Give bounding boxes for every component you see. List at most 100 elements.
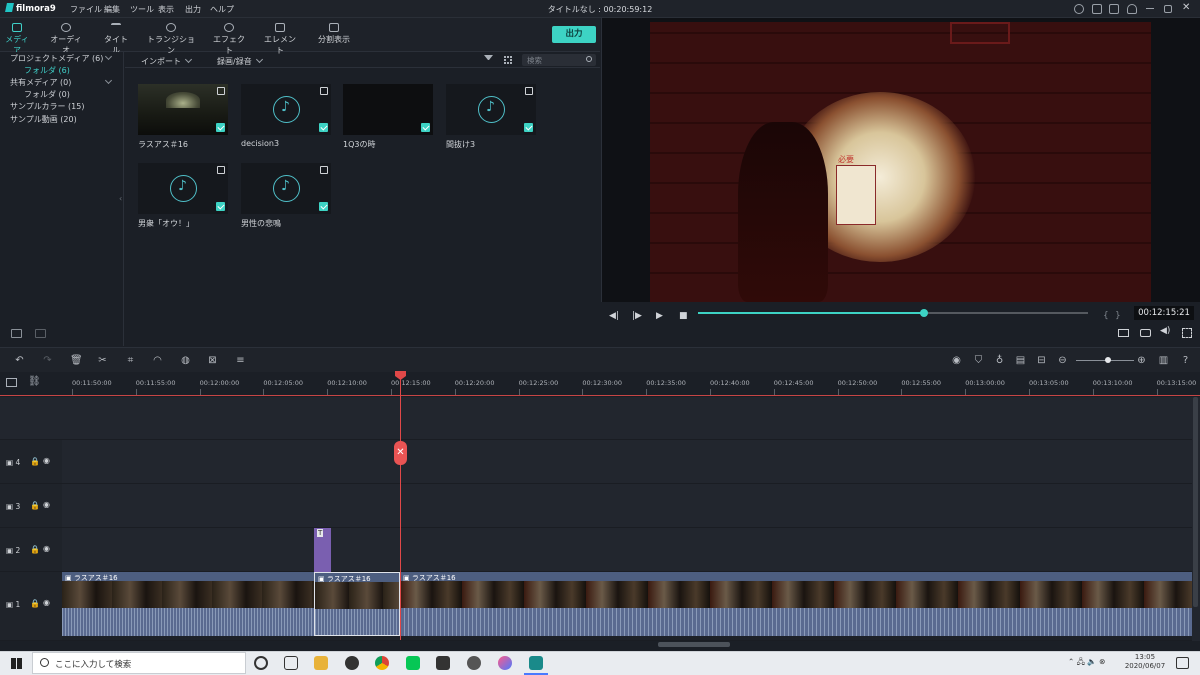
taskbar-clock[interactable]: 13:05 2020/06/07 [1124, 653, 1166, 671]
file-explorer-icon[interactable] [314, 656, 328, 670]
menu-export[interactable]: 出力 [185, 4, 201, 15]
media-item-audio[interactable] [446, 84, 536, 135]
playhead-line[interactable] [400, 372, 401, 640]
new-folder-icon[interactable] [11, 329, 22, 338]
save-icon[interactable] [1092, 4, 1102, 14]
mail-icon[interactable] [1109, 4, 1119, 14]
chevron-down-icon[interactable] [104, 52, 113, 61]
volume-icon[interactable]: ◀) [1160, 326, 1170, 336]
vertical-scrollbar[interactable] [1193, 397, 1198, 607]
media-item-audio[interactable] [138, 163, 228, 214]
mark-out-icon[interactable]: } [1115, 311, 1121, 321]
lock-icon[interactable]: 🔒 [30, 501, 40, 510]
microphone-icon[interactable]: ♁ [994, 355, 1005, 366]
color-icon[interactable]: ◍ [180, 355, 191, 366]
timeline-ruler[interactable]: ⛓ 00:11:50:00 00:11:55:00 00:12:00:00 00:12… [0, 372, 1200, 396]
marker-icon[interactable]: ⛉ [973, 355, 984, 366]
sidebar-folder-0[interactable]: フォルダ (0) [24, 89, 70, 100]
play-icon[interactable]: ▶ [656, 311, 663, 321]
app-icon[interactable] [345, 656, 359, 670]
zoom-slider-knob[interactable] [1105, 357, 1111, 363]
voiceover-icon[interactable]: ▤ [1015, 355, 1026, 366]
green-screen-icon[interactable]: ⊠ [207, 355, 218, 366]
add-track-icon[interactable] [6, 378, 17, 387]
cortana-icon[interactable] [254, 656, 268, 670]
eye-icon[interactable]: ◉ [43, 456, 50, 465]
taskbar-search-input[interactable]: ここに入力して検索 [32, 652, 246, 674]
cut-icon[interactable]: ✂ [97, 355, 108, 366]
video-clip[interactable]: ▣ ラスアス＃16 [62, 572, 314, 636]
audio-adjust-icon[interactable]: ≡ [235, 355, 246, 366]
display-settings-icon[interactable] [1118, 329, 1129, 337]
help-icon[interactable]: ? [1180, 355, 1191, 366]
media-item-video[interactable] [138, 84, 228, 135]
title-clip[interactable]: T [314, 528, 331, 572]
filmora-taskbar-icon[interactable] [529, 656, 543, 670]
menu-help[interactable]: ヘルプ [210, 4, 234, 15]
media-item-audio[interactable] [241, 163, 331, 214]
filter-icon[interactable] [484, 55, 493, 64]
notifications-icon[interactable] [1176, 657, 1189, 669]
lock-icon[interactable]: 🔒 [30, 545, 40, 554]
video-preview[interactable]: 必要 [650, 22, 1151, 302]
horizontal-scrollbar[interactable] [658, 642, 730, 647]
sidebar-shared-media[interactable]: 共有メディア (0) [10, 77, 71, 88]
video-clip[interactable]: ▣ ラスアス＃16 [400, 572, 1192, 636]
crop-icon[interactable]: ⌗ [125, 355, 136, 366]
step-forward-icon[interactable]: |▶ [632, 311, 642, 321]
undo-icon[interactable]: ↶ [14, 355, 25, 366]
task-view-icon[interactable] [284, 656, 298, 670]
photos-icon[interactable] [467, 656, 481, 670]
grid-view-icon[interactable] [504, 56, 512, 64]
close-icon[interactable]: ✕ [1182, 2, 1190, 13]
account-icon[interactable] [1074, 4, 1084, 14]
eye-icon[interactable]: ◉ [43, 598, 50, 607]
notepad-icon[interactable] [436, 656, 450, 670]
menu-tools[interactable]: ツール [130, 4, 154, 15]
progress-bar[interactable] [698, 309, 1088, 317]
chrome-icon[interactable] [375, 656, 389, 670]
minimize-icon[interactable] [1146, 8, 1154, 9]
stop-icon[interactable]: ■ [679, 311, 688, 321]
sidebar-folder-6[interactable]: フォルダ (6) [24, 65, 70, 76]
delete-icon[interactable]: 🗑 [70, 355, 83, 366]
windows-start-icon[interactable] [11, 658, 22, 669]
collapse-sidebar-icon[interactable]: ‹ [119, 194, 122, 203]
sidebar-sample-colors[interactable]: サンプルカラー (15) [10, 101, 84, 112]
restore-icon[interactable] [1164, 5, 1172, 13]
media-item-video[interactable] [343, 84, 433, 135]
browser-icon[interactable] [498, 656, 512, 670]
system-tray[interactable]: ⌃ 🖧 🔈 ⊗ [1068, 656, 1105, 669]
sidebar-project-media[interactable]: プロジェクトメディア (6) [10, 53, 103, 64]
search-icon[interactable] [586, 56, 592, 62]
sidebar-sample-videos[interactable]: サンプル動画 (20) [10, 114, 77, 125]
tab-split-screen[interactable]: 分割表示 [316, 23, 352, 45]
video-clip-selected[interactable]: ▣ ラスアス＃16 [314, 572, 400, 636]
menu-edit[interactable]: 編集 [104, 4, 120, 15]
link-icon[interactable]: ⛓ [28, 376, 41, 387]
lock-icon[interactable]: 🔒 [30, 599, 40, 608]
split-marker-icon[interactable]: ✕ [394, 441, 407, 465]
search-input[interactable]: 検索 [522, 54, 596, 66]
redo-icon[interactable]: ↷ [42, 355, 53, 366]
notification-icon[interactable] [1127, 4, 1137, 14]
snapshot-icon[interactable] [1140, 329, 1151, 337]
line-icon[interactable] [406, 656, 420, 670]
chevron-down-icon[interactable] [104, 76, 113, 85]
lock-icon[interactable]: 🔒 [30, 457, 40, 466]
menu-file[interactable]: ファイル [70, 4, 102, 15]
media-item-audio[interactable] [241, 84, 331, 135]
eye-icon[interactable]: ◉ [43, 544, 50, 553]
import-dropdown[interactable]: インポート [141, 56, 181, 67]
render-icon[interactable]: ◉ [951, 355, 962, 366]
zoom-in-icon[interactable]: ⊕ [1136, 355, 1147, 366]
step-back-icon[interactable]: ◀| [609, 311, 619, 321]
split-icon[interactable]: ⊟ [1036, 355, 1047, 366]
zoom-out-icon[interactable]: ⊖ [1057, 355, 1068, 366]
delete-folder-icon[interactable] [35, 329, 46, 338]
export-button[interactable]: 出力 [552, 26, 596, 43]
fit-timeline-icon[interactable]: ▥ [1158, 355, 1169, 366]
mark-in-icon[interactable]: { [1103, 311, 1109, 321]
speed-icon[interactable]: ◠ [152, 355, 163, 366]
eye-icon[interactable]: ◉ [43, 500, 50, 509]
